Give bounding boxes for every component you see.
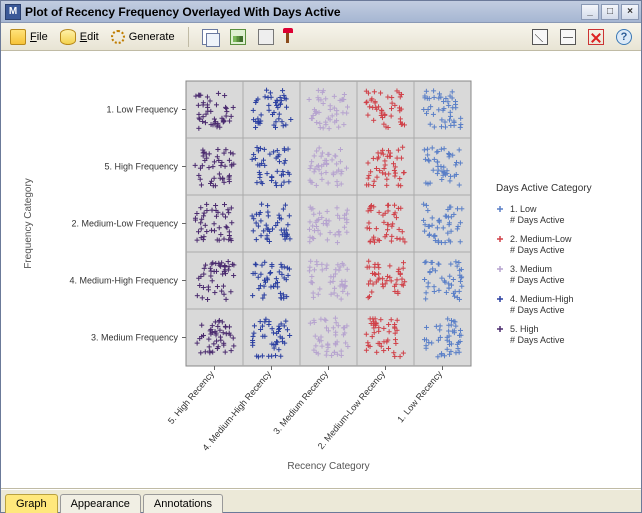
legend-item-label: 2. Medium-Low (510, 234, 572, 244)
legend-item-label: # Days Active (510, 275, 565, 285)
legend-item-label: # Days Active (510, 215, 565, 225)
x-axis-label: Recency Category (287, 461, 369, 472)
graph-mode-1-button[interactable] (527, 25, 553, 49)
copy-button[interactable] (197, 25, 223, 49)
y-axis-label: Frequency Category (23, 178, 34, 269)
graph-mode-1-icon (532, 29, 548, 45)
y-tick-label: 1. Low Frequency (106, 105, 178, 115)
edit-menu[interactable]: Edit (55, 25, 104, 49)
window-controls: _ □ × (581, 4, 639, 20)
scatter-chart: 1. Low Frequency 5. High Frequency 2. Medi… (1, 51, 641, 489)
edit-icon (60, 29, 76, 45)
tab-appearance[interactable]: Appearance (60, 494, 141, 513)
legend-title: Days Active Category (496, 183, 592, 194)
y-tick-label: 5. High Frequency (104, 162, 178, 172)
y-tick-label: 3. Medium Frequency (91, 333, 179, 343)
legend-item-label: 1. Low (510, 204, 537, 214)
edit-graph-button[interactable] (281, 25, 294, 49)
graph-mode-2-button[interactable] (555, 25, 581, 49)
close-button[interactable]: × (621, 4, 639, 20)
titlebar: Plot of Recency Frequency Overlayed With… (1, 1, 641, 23)
legend-item-label: # Days Active (510, 245, 565, 255)
toolbar: File Edit Generate (1, 23, 641, 51)
export-chart-button[interactable] (225, 25, 251, 49)
legend-item-label: 5. High (510, 324, 539, 334)
brush-icon (286, 31, 289, 43)
action-group (197, 25, 294, 49)
legend-item-label: 3. Medium (510, 264, 552, 274)
minimize-button[interactable]: _ (581, 4, 599, 20)
file-menu-label-rest: ile (37, 31, 48, 43)
tab-graph[interactable]: Graph (5, 494, 58, 513)
generate-menu[interactable]: Generate (106, 25, 180, 49)
right-tool-group: ? (527, 25, 637, 49)
delete-button[interactable] (583, 25, 609, 49)
edit-menu-label-rest: dit (87, 31, 99, 43)
folder-icon (10, 29, 26, 45)
y-tick-label: 2. Medium-Low Frequency (71, 219, 178, 229)
chart-icon (230, 29, 246, 45)
graph-mode-2-icon (560, 29, 576, 45)
file-menu[interactable]: File (5, 25, 53, 49)
gear-icon (111, 30, 125, 44)
help-icon: ? (616, 29, 632, 45)
maximize-button[interactable]: □ (601, 4, 619, 20)
print-button[interactable] (253, 25, 279, 49)
delete-icon (588, 29, 604, 45)
window-title: Plot of Recency Frequency Overlayed With… (25, 5, 341, 19)
help-button[interactable]: ? (611, 25, 637, 49)
chart-area: 1. Low Frequency 5. High Frequency 2. Medi… (1, 51, 641, 489)
tab-annotations[interactable]: Annotations (143, 494, 223, 513)
generate-menu-label: Generate (129, 31, 175, 43)
app-icon (5, 4, 21, 20)
legend-item-label: 4. Medium-High (510, 294, 574, 304)
y-tick-label: 4. Medium-High Frequency (69, 276, 178, 286)
print-icon (258, 29, 274, 45)
tab-bar: Graph Appearance Annotations (1, 489, 641, 512)
legend-item-label: # Days Active (510, 335, 565, 345)
copy-icon (202, 29, 218, 45)
app-window: Plot of Recency Frequency Overlayed With… (0, 0, 642, 513)
menu-group: File Edit Generate (5, 25, 180, 49)
separator (188, 27, 189, 47)
legend-item-label: # Days Active (510, 305, 565, 315)
